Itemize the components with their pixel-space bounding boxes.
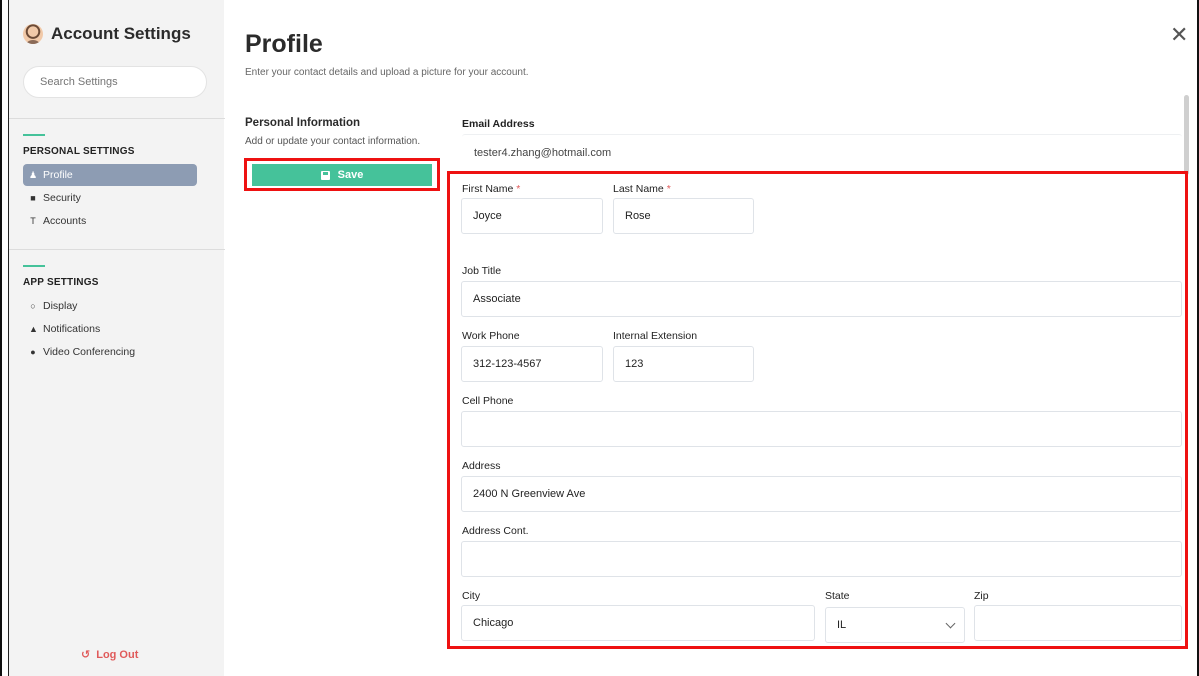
state-value: IL (837, 619, 847, 631)
search-input[interactable] (23, 66, 207, 98)
scrollbar[interactable] (1184, 95, 1189, 175)
logout-label: Log Out (96, 648, 139, 661)
address-cont-label: Address Cont. (462, 525, 529, 537)
email-label: Email Address (462, 118, 535, 130)
sidebar-item-label: Profile (43, 169, 73, 181)
state-label: State (825, 590, 850, 602)
sidebar-item-security[interactable]: ■ Security (23, 187, 197, 209)
address-label: Address (462, 460, 501, 472)
last-name-label-text: Last Name (613, 183, 664, 195)
email-value: tester4.zhang@hotmail.com (474, 146, 612, 159)
lock-icon: ■ (30, 193, 36, 203)
avatar[interactable] (23, 24, 43, 44)
divider (9, 118, 225, 119)
internal-extension-field[interactable]: 123 (613, 346, 754, 382)
accounts-icon: T (30, 216, 36, 226)
sidebar-item-label: Security (43, 192, 81, 204)
sidebar-item-accounts[interactable]: T Accounts (23, 210, 197, 232)
sidebar-item-profile[interactable]: ♟ Profile (23, 164, 197, 186)
last-name-field[interactable]: Rose (613, 198, 754, 234)
camera-icon: ● (30, 347, 36, 357)
personal-settings-heading: PERSONAL SETTINGS (23, 146, 135, 157)
logout-button[interactable]: ↺ Log Out (81, 648, 139, 662)
address-cont-field[interactable] (461, 541, 1182, 577)
last-name-label: Last Name * (613, 183, 671, 195)
first-name-field[interactable]: Joyce (461, 198, 603, 234)
required-mark: * (666, 183, 671, 195)
divider (9, 249, 225, 250)
sidebar-item-label: Notifications (43, 323, 101, 335)
work-phone-label: Work Phone (462, 330, 520, 342)
job-title-label: Job Title (462, 265, 502, 277)
address-value: 2400 N Greenview Ave (473, 488, 586, 500)
city-field[interactable]: Chicago (461, 605, 815, 641)
save-button[interactable]: Save (252, 164, 432, 186)
sidebar-item-label: Video Conferencing (43, 346, 136, 358)
gear-icon: ○ (30, 301, 36, 311)
work-phone-field[interactable]: 312-123-4567 (461, 346, 603, 382)
city-label: City (462, 590, 481, 602)
app-settings-heading: APP SETTINGS (23, 277, 99, 288)
section-accent (23, 265, 45, 267)
bell-icon: ▲ (29, 324, 38, 334)
last-name-value: Rose (625, 210, 651, 222)
app-title: Account Settings (23, 24, 191, 44)
save-label: Save (337, 169, 364, 181)
sidebar-item-display[interactable]: ○ Display (23, 295, 197, 317)
address-field[interactable]: 2400 N Greenview Ave (461, 476, 1182, 512)
chevron-down-icon (945, 618, 956, 629)
cell-phone-label: Cell Phone (462, 395, 514, 407)
sidebar-item-video-conferencing[interactable]: ● Video Conferencing (23, 341, 197, 363)
state-select[interactable]: IL (825, 607, 965, 643)
sidebar: Account Settings PERSONAL SETTINGS ♟ Pro… (8, 0, 225, 676)
required-mark: * (516, 183, 521, 195)
save-icon (320, 170, 330, 180)
job-title-field[interactable]: Associate (461, 281, 1182, 317)
first-name-label: First Name * (462, 183, 520, 195)
first-name-label-text: First Name (462, 183, 514, 195)
save-button-highlight: Save (244, 158, 440, 191)
email-field: tester4.zhang@hotmail.com (462, 134, 1182, 170)
page-title: Profile (245, 30, 323, 58)
page-subtitle: Enter your contact details and upload a … (245, 67, 529, 78)
first-name-value: Joyce (473, 210, 502, 222)
city-value: Chicago (473, 617, 514, 629)
app-title-text: Account Settings (51, 24, 191, 43)
cell-phone-field[interactable] (461, 411, 1182, 447)
internal-extension-label: Internal Extension (613, 330, 698, 342)
person-icon: ♟ (29, 169, 38, 180)
logout-icon: ↺ (81, 649, 91, 661)
sidebar-item-notifications[interactable]: ▲ Notifications (23, 318, 197, 340)
zip-field[interactable] (974, 605, 1182, 641)
section-title: Personal Information (245, 117, 361, 129)
zip-label: Zip (974, 590, 989, 602)
close-icon[interactable]: ✕ (1170, 24, 1188, 46)
sidebar-item-label: Display (43, 300, 78, 312)
job-title-value: Associate (473, 293, 521, 305)
section-accent (23, 134, 45, 136)
section-description: Add or update your contact information. (245, 136, 421, 147)
sidebar-item-label: Accounts (43, 215, 87, 227)
work-phone-value: 312-123-4567 (473, 358, 542, 370)
internal-extension-value: 123 (625, 358, 644, 370)
